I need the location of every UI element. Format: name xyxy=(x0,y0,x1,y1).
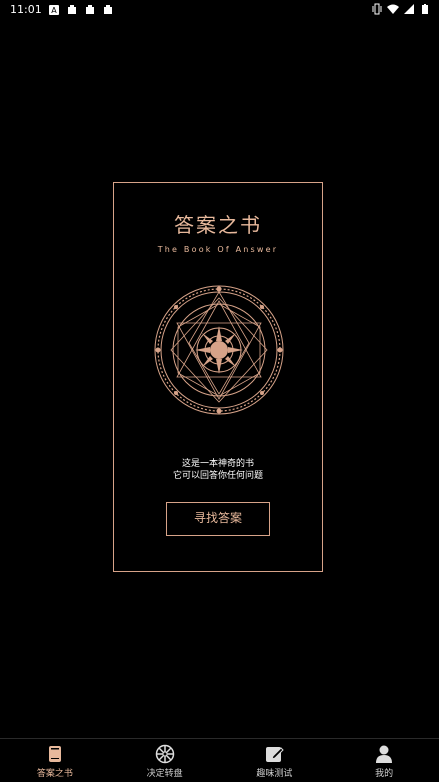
status-right xyxy=(371,3,431,15)
signal-icon xyxy=(404,4,414,14)
wheel-icon xyxy=(155,744,174,763)
battery-icon xyxy=(422,4,428,14)
user-icon xyxy=(376,745,393,763)
a-badge-icon: A xyxy=(48,4,59,15)
nav-item-answer-book[interactable]: 答案之书 xyxy=(0,739,110,782)
screen: 11:01 A 答案之书 The Book Of Answer 这是一本神奇的书… xyxy=(0,0,439,782)
answer-book-card: 答案之书 The Book Of Answer 这是一本神奇的书 它可以回答你任… xyxy=(113,182,323,572)
svg-text:A: A xyxy=(51,6,57,15)
description-line-1: 这是一本神奇的书 xyxy=(181,459,254,469)
nav-label-answer-book: 答案之书 xyxy=(36,768,73,779)
description-line-2: 它可以回答你任何问题 xyxy=(172,471,263,481)
status-time: 11:01 xyxy=(10,3,42,16)
vibrate-icon xyxy=(372,3,382,15)
nav-item-decision-wheel[interactable]: 决定转盘 xyxy=(110,739,220,782)
book-icon xyxy=(48,745,61,762)
edit-icon xyxy=(266,746,285,762)
bug-icon xyxy=(85,4,94,14)
bug-icon xyxy=(67,4,76,14)
bottom-nav: 答案之书 决定转盘 趣味测试 我的 xyxy=(0,738,439,782)
status-left: 11:01 A xyxy=(10,3,114,16)
nav-item-mine[interactable]: 我的 xyxy=(329,739,439,782)
nav-label-decision-wheel: 决定转盘 xyxy=(146,768,183,779)
status-bar: 11:01 A xyxy=(0,0,439,20)
wifi-icon xyxy=(387,4,399,14)
bug-icon xyxy=(103,4,112,14)
magic-circle-icon xyxy=(154,285,284,415)
card-description: 这是一本神奇的书 它可以回答你任何问题 xyxy=(114,458,322,482)
nav-label-mine: 我的 xyxy=(375,768,394,779)
find-answer-button[interactable]: 寻找答案 xyxy=(166,502,270,536)
card-subtitle: The Book Of Answer xyxy=(157,245,279,254)
nav-label-fun-test: 趣味测试 xyxy=(256,768,293,779)
card-title: 答案之书 xyxy=(174,213,262,237)
nav-item-fun-test[interactable]: 趣味测试 xyxy=(220,739,330,782)
